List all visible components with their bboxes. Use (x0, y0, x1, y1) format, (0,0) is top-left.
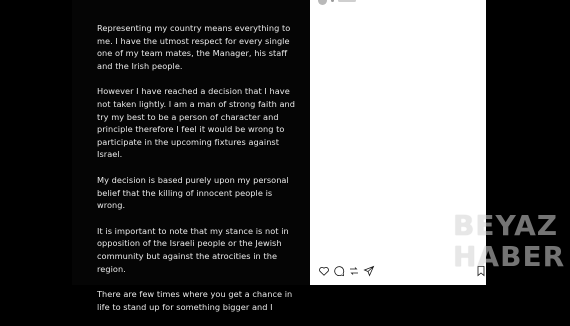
statement-paragraph: It is important to note that my stance i… (97, 225, 289, 274)
statement-paragraph: However I have reached a decision that I… (97, 86, 296, 160)
heart-icon[interactable] (318, 265, 330, 277)
watermark-line: BEYAZ (453, 209, 559, 242)
post-header (318, 0, 356, 5)
statement-paragraph: Representing my country means everything… (97, 23, 291, 71)
send-icon[interactable] (363, 265, 375, 277)
statement-text: Representing my country means everything… (97, 22, 297, 326)
statement-paragraph: My decision is based purely upon my pers… (97, 174, 289, 211)
comment-icon[interactable] (333, 265, 345, 277)
watermark-line: HABER (453, 240, 566, 273)
statement-paragraph: There are few times where you get a chan… (97, 289, 293, 312)
username-placeholder[interactable] (338, 0, 356, 2)
watermark-logo: BEYAZ HABER (453, 210, 565, 272)
separator-dot (331, 0, 334, 2)
avatar[interactable] (318, 0, 327, 5)
share-icon[interactable] (348, 265, 360, 277)
